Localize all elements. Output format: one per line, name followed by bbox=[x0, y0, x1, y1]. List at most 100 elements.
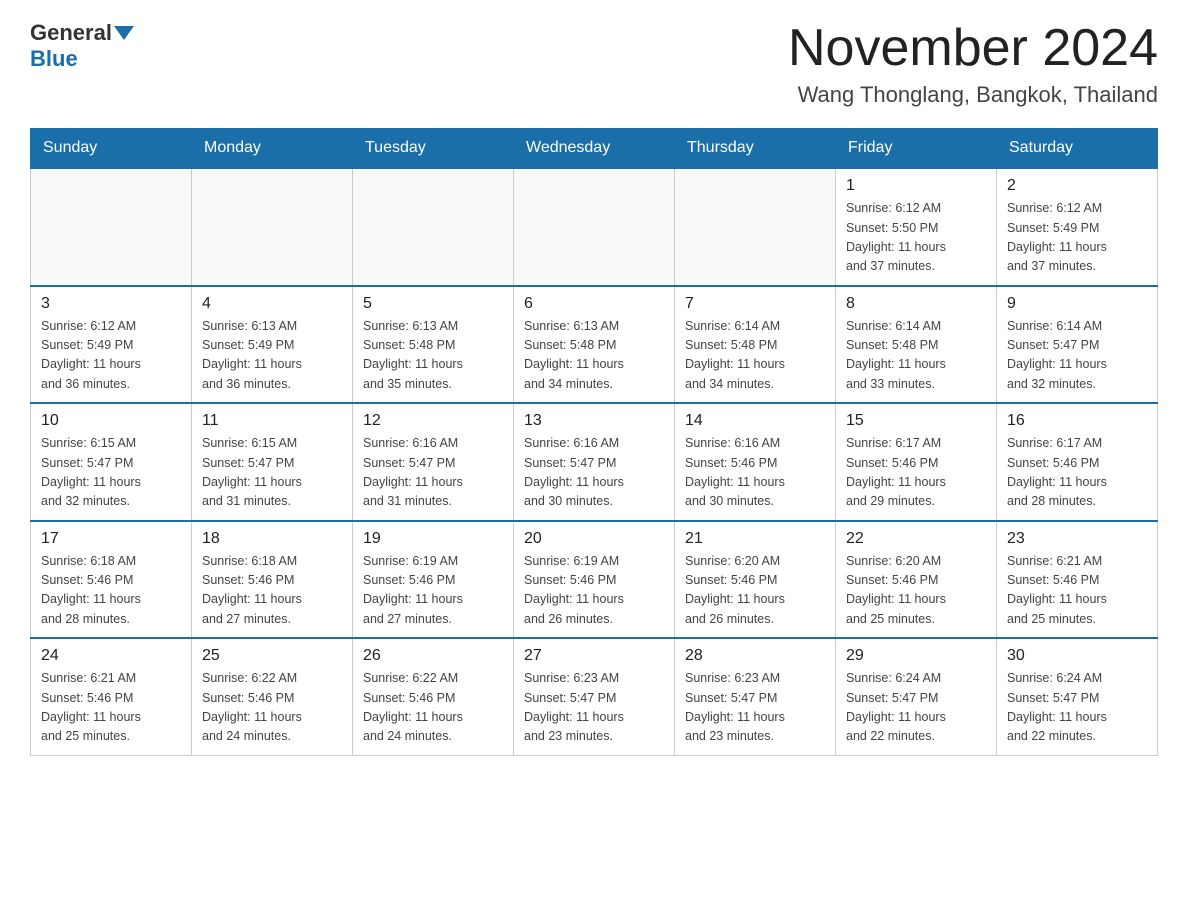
title-section: November 2024 Wang Thonglang, Bangkok, T… bbox=[788, 20, 1158, 108]
day-number: 4 bbox=[202, 295, 342, 313]
calendar-cell: 20 Sunrise: 6:19 AMSunset: 5:46 PMDayligh… bbox=[514, 521, 675, 639]
logo: General Blue bbox=[30, 20, 136, 72]
calendar-cell: 7Sunrise: 6:14 AMSunset: 5:48 PMDaylight… bbox=[675, 286, 836, 404]
day-info: Sunrise: 6:12 AMSunset: 5:49 PMDaylight:… bbox=[1007, 199, 1147, 277]
day-of-week-header: Saturday bbox=[997, 129, 1158, 169]
calendar-cell: 15 Sunrise: 6:17 AMSunset: 5:46 PMDayligh… bbox=[836, 403, 997, 521]
day-info: Sunrise: 6:21 AMSunset: 5:46 PMDaylight:… bbox=[1007, 552, 1147, 630]
calendar-cell: 22 Sunrise: 6:20 AMSunset: 5:46 PMDayligh… bbox=[836, 521, 997, 639]
day-info: Sunrise: 6:16 AMSunset: 5:47 PMDaylight:… bbox=[363, 434, 503, 512]
day-info: Sunrise: 6:17 AMSunset: 5:46 PMDaylight:… bbox=[1007, 434, 1147, 512]
calendar-cell: 12 Sunrise: 6:16 AMSunset: 5:47 PMDayligh… bbox=[353, 403, 514, 521]
calendar-cell: 23 Sunrise: 6:21 AMSunset: 5:46 PMDayligh… bbox=[997, 521, 1158, 639]
day-number: 18 bbox=[202, 530, 342, 548]
day-of-week-header: Monday bbox=[192, 129, 353, 169]
calendar-cell: 11Sunrise: 6:15 AMSunset: 5:47 PMDayligh… bbox=[192, 403, 353, 521]
day-number: 9 bbox=[1007, 295, 1147, 313]
day-info: Sunrise: 6:19 AMSunset: 5:46 PMDaylight:… bbox=[363, 552, 503, 630]
day-info: Sunrise: 6:24 AMSunset: 5:47 PMDaylight:… bbox=[846, 669, 986, 747]
calendar-title: November 2024 bbox=[788, 20, 1158, 77]
day-number: 17 bbox=[41, 530, 181, 548]
day-info: Sunrise: 6:20 AMSunset: 5:46 PMDaylight:… bbox=[685, 552, 825, 630]
page-header: General Blue November 2024 Wang Thonglan… bbox=[30, 20, 1158, 108]
day-number: 20 bbox=[524, 530, 664, 548]
calendar-cell: 30 Sunrise: 6:24 AMSunset: 5:47 PMDayligh… bbox=[997, 638, 1158, 755]
calendar-cell: 26 Sunrise: 6:22 AMSunset: 5:46 PMDayligh… bbox=[353, 638, 514, 755]
calendar-cell: 25Sunrise: 6:22 AMSunset: 5:46 PMDayligh… bbox=[192, 638, 353, 755]
logo-blue-text: Blue bbox=[30, 46, 78, 71]
week-row: 10 Sunrise: 6:15 AMSunset: 5:47 PMDayligh… bbox=[31, 403, 1158, 521]
day-info: Sunrise: 6:21 AMSunset: 5:46 PMDaylight:… bbox=[41, 669, 181, 747]
day-number: 5 bbox=[363, 295, 503, 313]
day-number: 15 bbox=[846, 412, 986, 430]
day-info: Sunrise: 6:15 AMSunset: 5:47 PMDaylight:… bbox=[41, 434, 181, 512]
calendar-cell: 17 Sunrise: 6:18 AMSunset: 5:46 PMDayligh… bbox=[31, 521, 192, 639]
day-number: 13 bbox=[524, 412, 664, 430]
day-info: Sunrise: 6:16 AMSunset: 5:46 PMDaylight:… bbox=[685, 434, 825, 512]
calendar-subtitle: Wang Thonglang, Bangkok, Thailand bbox=[788, 82, 1158, 108]
day-info: Sunrise: 6:18 AMSunset: 5:46 PMDaylight:… bbox=[41, 552, 181, 630]
day-number: 22 bbox=[846, 530, 986, 548]
calendar-cell: 5Sunrise: 6:13 AMSunset: 5:48 PMDaylight… bbox=[353, 286, 514, 404]
calendar-cell: 18 Sunrise: 6:18 AMSunset: 5:46 PMDayligh… bbox=[192, 521, 353, 639]
day-info: Sunrise: 6:17 AMSunset: 5:46 PMDaylight:… bbox=[846, 434, 986, 512]
day-number: 24 bbox=[41, 647, 181, 665]
calendar-cell bbox=[192, 168, 353, 286]
week-row: 1Sunrise: 6:12 AMSunset: 5:50 PMDaylight… bbox=[31, 168, 1158, 286]
calendar-cell: 13 Sunrise: 6:16 AMSunset: 5:47 PMDayligh… bbox=[514, 403, 675, 521]
day-number: 29 bbox=[846, 647, 986, 665]
day-info: Sunrise: 6:16 AMSunset: 5:47 PMDaylight:… bbox=[524, 434, 664, 512]
day-number: 7 bbox=[685, 295, 825, 313]
day-number: 12 bbox=[363, 412, 503, 430]
calendar-cell bbox=[353, 168, 514, 286]
day-number: 16 bbox=[1007, 412, 1147, 430]
week-row: 3Sunrise: 6:12 AMSunset: 5:49 PMDaylight… bbox=[31, 286, 1158, 404]
logo-general-text: General bbox=[30, 20, 112, 46]
calendar-cell: 10 Sunrise: 6:15 AMSunset: 5:47 PMDayligh… bbox=[31, 403, 192, 521]
week-row: 24 Sunrise: 6:21 AMSunset: 5:46 PMDayligh… bbox=[31, 638, 1158, 755]
day-of-week-header: Tuesday bbox=[353, 129, 514, 169]
day-info: Sunrise: 6:13 AMSunset: 5:49 PMDaylight:… bbox=[202, 317, 342, 395]
calendar-cell: 21 Sunrise: 6:20 AMSunset: 5:46 PMDayligh… bbox=[675, 521, 836, 639]
day-of-week-header: Sunday bbox=[31, 129, 192, 169]
day-info: Sunrise: 6:23 AMSunset: 5:47 PMDaylight:… bbox=[685, 669, 825, 747]
day-number: 21 bbox=[685, 530, 825, 548]
calendar-cell: 27 Sunrise: 6:23 AMSunset: 5:47 PMDayligh… bbox=[514, 638, 675, 755]
day-of-week-header: Friday bbox=[836, 129, 997, 169]
week-row: 17 Sunrise: 6:18 AMSunset: 5:46 PMDayligh… bbox=[31, 521, 1158, 639]
day-number: 3 bbox=[41, 295, 181, 313]
calendar-cell bbox=[514, 168, 675, 286]
day-number: 10 bbox=[41, 412, 181, 430]
day-number: 14 bbox=[685, 412, 825, 430]
calendar-cell: 6 Sunrise: 6:13 AMSunset: 5:48 PMDaylight… bbox=[514, 286, 675, 404]
calendar-table: SundayMondayTuesdayWednesdayThursdayFrid… bbox=[30, 128, 1158, 756]
calendar-cell: 4 Sunrise: 6:13 AMSunset: 5:49 PMDaylight… bbox=[192, 286, 353, 404]
day-number: 19 bbox=[363, 530, 503, 548]
calendar-cell: 8Sunrise: 6:14 AMSunset: 5:48 PMDaylight… bbox=[836, 286, 997, 404]
day-number: 23 bbox=[1007, 530, 1147, 548]
day-of-week-header: Thursday bbox=[675, 129, 836, 169]
day-info: Sunrise: 6:22 AMSunset: 5:46 PMDaylight:… bbox=[363, 669, 503, 747]
calendar-cell: 9 Sunrise: 6:14 AMSunset: 5:47 PMDaylight… bbox=[997, 286, 1158, 404]
calendar-cell: 3Sunrise: 6:12 AMSunset: 5:49 PMDaylight… bbox=[31, 286, 192, 404]
day-info: Sunrise: 6:20 AMSunset: 5:46 PMDaylight:… bbox=[846, 552, 986, 630]
day-info: Sunrise: 6:15 AMSunset: 5:47 PMDaylight:… bbox=[202, 434, 342, 512]
calendar-cell: 29 Sunrise: 6:24 AMSunset: 5:47 PMDayligh… bbox=[836, 638, 997, 755]
day-number: 27 bbox=[524, 647, 664, 665]
day-number: 26 bbox=[363, 647, 503, 665]
day-info: Sunrise: 6:19 AMSunset: 5:46 PMDaylight:… bbox=[524, 552, 664, 630]
day-info: Sunrise: 6:13 AMSunset: 5:48 PMDaylight:… bbox=[524, 317, 664, 395]
day-info: Sunrise: 6:23 AMSunset: 5:47 PMDaylight:… bbox=[524, 669, 664, 747]
day-number: 6 bbox=[524, 295, 664, 313]
day-info: Sunrise: 6:24 AMSunset: 5:47 PMDaylight:… bbox=[1007, 669, 1147, 747]
calendar-cell: 24 Sunrise: 6:21 AMSunset: 5:46 PMDayligh… bbox=[31, 638, 192, 755]
day-number: 25 bbox=[202, 647, 342, 665]
calendar-cell: 14 Sunrise: 6:16 AMSunset: 5:46 PMDayligh… bbox=[675, 403, 836, 521]
day-number: 30 bbox=[1007, 647, 1147, 665]
calendar-cell: 28Sunrise: 6:23 AMSunset: 5:47 PMDayligh… bbox=[675, 638, 836, 755]
day-number: 1 bbox=[846, 177, 986, 195]
calendar-cell bbox=[675, 168, 836, 286]
day-number: 2 bbox=[1007, 177, 1147, 195]
day-info: Sunrise: 6:18 AMSunset: 5:46 PMDaylight:… bbox=[202, 552, 342, 630]
day-info: Sunrise: 6:14 AMSunset: 5:47 PMDaylight:… bbox=[1007, 317, 1147, 395]
